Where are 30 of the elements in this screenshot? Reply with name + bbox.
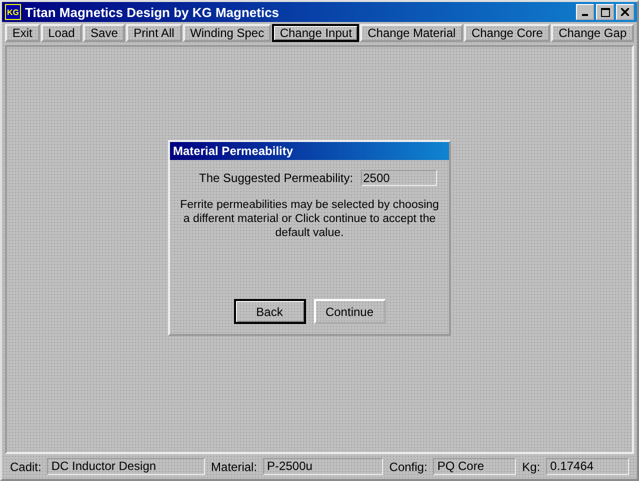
status-label: Kg:	[522, 460, 540, 474]
dialog-button[interactable]: Back	[234, 299, 306, 324]
status-field: DC Inductor Design	[47, 458, 206, 475]
status-label: Cadit:	[10, 460, 42, 474]
toolbar-button[interactable]: Load	[40, 24, 82, 42]
status-field: 0.17464	[546, 458, 629, 475]
dialog-title: Material Permeability	[170, 142, 449, 160]
toolbar-button[interactable]: Change Gap	[551, 24, 634, 42]
close-button[interactable]	[616, 4, 634, 20]
toolbar-button[interactable]: Print All	[126, 24, 182, 42]
app-logo: KG	[5, 4, 21, 20]
field-label: The Suggested Permeability:	[199, 171, 354, 185]
window-title: Titan Magnetics Design by KG Magnetics	[25, 4, 280, 20]
toolbar-button[interactable]: Save	[83, 24, 126, 42]
toolbar-button[interactable]: Change Input	[272, 24, 360, 42]
toolbar-button[interactable]: Exit	[5, 24, 40, 42]
toolbar-button[interactable]: Change Core	[464, 24, 550, 42]
toolbar-button[interactable]: Change Material	[360, 24, 464, 42]
dialog-button[interactable]: Continue	[314, 299, 386, 324]
maximize-button[interactable]	[596, 4, 614, 20]
maximize-icon	[600, 8, 610, 16]
close-icon	[621, 8, 629, 16]
permeability-field[interactable]: 2500	[361, 170, 437, 186]
minimize-button[interactable]	[576, 4, 594, 20]
status-field: P-2500u	[263, 458, 384, 475]
status-label: Config:	[389, 460, 428, 474]
status-field: PQ Core	[433, 458, 516, 475]
status-label: Material:	[211, 460, 258, 474]
dialog-message: Ferrite permeabilities may be selected by choosing a different material or Click continue to accept the default value.	[180, 198, 439, 240]
toolbar-button[interactable]: Winding Spec	[182, 24, 272, 42]
